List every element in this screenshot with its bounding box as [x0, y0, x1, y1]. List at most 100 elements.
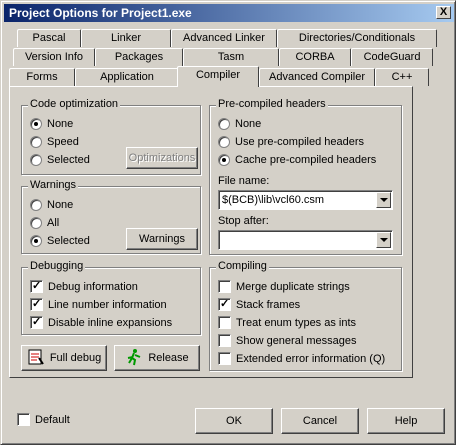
- tab-codeguard[interactable]: CodeGuard: [351, 48, 433, 66]
- tab-row-2: Version Info Packages Tasm CORBA CodeGua…: [1, 48, 456, 66]
- tab-advanced-compiler[interactable]: Advanced Compiler: [259, 68, 375, 86]
- checkbox-indicator: [218, 280, 231, 293]
- pch-use-label: Use pre-compiled headers: [235, 136, 365, 148]
- code-opt-selected-label: Selected: [47, 154, 90, 166]
- precompiled-headers-title: Pre-compiled headers: [216, 98, 328, 110]
- disable-inline-expansions-checkbox[interactable]: Disable inline expansions: [30, 315, 173, 329]
- tab-corba[interactable]: CORBA: [279, 48, 351, 66]
- radio-indicator: [30, 136, 42, 148]
- default-label: Default: [35, 413, 70, 426]
- file-name-combo[interactable]: $(BCB)\lib\vcl60.csm: [218, 190, 393, 210]
- disable-inline-expansions-label: Disable inline expansions: [48, 316, 173, 329]
- checkbox-checked-indicator: [30, 315, 43, 329]
- debug-information-checkbox[interactable]: Debug information: [30, 279, 138, 293]
- warnings-button[interactable]: Warnings: [126, 228, 198, 250]
- extended-error-information-label: Extended error information (Q): [236, 352, 386, 365]
- code-opt-speed-label: Speed: [47, 136, 79, 148]
- radio-indicator: [218, 118, 230, 130]
- tab-compiler[interactable]: Compiler: [177, 66, 259, 87]
- code-optimization-title: Code optimization: [28, 98, 121, 110]
- line-number-information-checkbox[interactable]: Line number information: [30, 297, 167, 311]
- merge-duplicate-strings-checkbox[interactable]: Merge duplicate strings: [218, 280, 350, 293]
- treat-enum-types-checkbox[interactable]: Treat enum types as ints: [218, 316, 356, 329]
- tab-forms[interactable]: Forms: [9, 68, 75, 86]
- code-opt-none-label: None: [47, 118, 74, 130]
- full-debug-button[interactable]: Full debug: [21, 345, 107, 371]
- show-general-messages-checkbox[interactable]: Show general messages: [218, 334, 356, 347]
- release-button[interactable]: Release: [114, 345, 200, 371]
- warnings-all-label: All: [47, 217, 60, 229]
- dropdown-arrow-icon[interactable]: [376, 232, 391, 248]
- warnings-selected-label: Selected: [47, 235, 90, 247]
- radio-selected-indicator: [30, 118, 42, 130]
- pch-cache-label: Cache pre-compiled headers: [235, 154, 377, 166]
- full-debug-icon: [27, 348, 45, 369]
- dropdown-arrow-icon[interactable]: [376, 192, 391, 208]
- pch-cache-radio[interactable]: Cache pre-compiled headers: [218, 154, 376, 166]
- stack-frames-checkbox[interactable]: Stack frames: [218, 297, 301, 311]
- debugging-group: Debugging Debug information Line number …: [21, 260, 201, 335]
- code-opt-selected-radio[interactable]: Selected: [30, 154, 90, 166]
- checkbox-checked-indicator: [30, 279, 43, 293]
- tab-advanced-linker[interactable]: Advanced Linker: [171, 29, 277, 47]
- warnings-selected-radio[interactable]: Selected: [30, 235, 90, 247]
- tab-linker[interactable]: Linker: [81, 29, 171, 47]
- stack-frames-label: Stack frames: [236, 298, 301, 311]
- radio-selected-indicator: [218, 154, 230, 166]
- code-opt-speed-radio[interactable]: Speed: [30, 136, 79, 148]
- title-bar: Project Options for Project1.exe X: [4, 4, 454, 22]
- tab-cpp[interactable]: C++: [375, 68, 429, 86]
- tab-row-3: Forms Application Compiler Advanced Comp…: [1, 66, 456, 87]
- cancel-button[interactable]: Cancel: [281, 408, 359, 434]
- tab-version-info[interactable]: Version Info: [13, 48, 95, 66]
- radio-indicator: [30, 154, 42, 166]
- checkbox-indicator: [17, 413, 30, 426]
- tab-tasm[interactable]: Tasm: [183, 48, 279, 66]
- tab-pascal[interactable]: Pascal: [17, 29, 81, 47]
- file-name-label: File name:: [218, 175, 270, 187]
- line-number-information-label: Line number information: [48, 298, 167, 311]
- release-runner-icon: [125, 348, 143, 369]
- treat-enum-types-label: Treat enum types as ints: [236, 316, 357, 329]
- window-title: Project Options for Project1.exe: [9, 6, 192, 20]
- checkbox-checked-indicator: [30, 297, 43, 311]
- pch-use-radio[interactable]: Use pre-compiled headers: [218, 136, 364, 148]
- tab-packages[interactable]: Packages: [95, 48, 183, 66]
- debugging-title: Debugging: [28, 260, 86, 272]
- help-button[interactable]: Help: [367, 408, 445, 434]
- default-checkbox[interactable]: Default: [17, 413, 70, 426]
- checkbox-indicator: [218, 334, 231, 347]
- tab-row-1: Pascal Linker Advanced Linker Directorie…: [1, 29, 456, 47]
- checkbox-checked-indicator: [218, 297, 231, 311]
- compiling-group: Compiling Merge duplicate strings Stack …: [209, 260, 402, 371]
- ok-button[interactable]: OK: [195, 408, 273, 434]
- tab-directories-conditionals[interactable]: Directories/Conditionals: [277, 29, 437, 47]
- file-name-value: $(BCB)\lib\vcl60.csm: [222, 194, 325, 206]
- release-label: Release: [148, 352, 189, 364]
- stop-after-combo[interactable]: [218, 230, 393, 250]
- compiling-title: Compiling: [216, 260, 269, 272]
- full-debug-label: Full debug: [49, 352, 102, 364]
- checkbox-indicator: [218, 352, 231, 365]
- pch-none-radio[interactable]: None: [218, 118, 261, 130]
- optimizations-button[interactable]: Optimizations: [126, 147, 198, 169]
- stop-after-label: Stop after:: [218, 215, 269, 227]
- extended-error-information-checkbox[interactable]: Extended error information (Q): [218, 352, 385, 365]
- warnings-title: Warnings: [28, 179, 79, 191]
- radio-indicator: [30, 199, 42, 211]
- code-opt-none-radio[interactable]: None: [30, 118, 73, 130]
- compiler-tab-panel: Code optimization None Speed Selected Op…: [9, 86, 413, 378]
- warnings-none-radio[interactable]: None: [30, 199, 73, 211]
- close-button[interactable]: X: [436, 6, 451, 19]
- pch-none-label: None: [235, 118, 262, 130]
- code-optimization-group: Code optimization None Speed Selected Op…: [21, 98, 201, 175]
- warnings-all-radio[interactable]: All: [30, 217, 59, 229]
- warnings-group: Warnings None All Selected Warnings: [21, 179, 201, 254]
- show-general-messages-label: Show general messages: [236, 334, 357, 347]
- debug-information-label: Debug information: [48, 280, 138, 293]
- radio-indicator: [30, 217, 42, 229]
- warnings-none-label: None: [47, 199, 74, 211]
- project-options-dialog: Project Options for Project1.exe X Pasca…: [0, 0, 456, 445]
- radio-indicator: [218, 136, 230, 148]
- tab-application[interactable]: Application: [75, 68, 179, 86]
